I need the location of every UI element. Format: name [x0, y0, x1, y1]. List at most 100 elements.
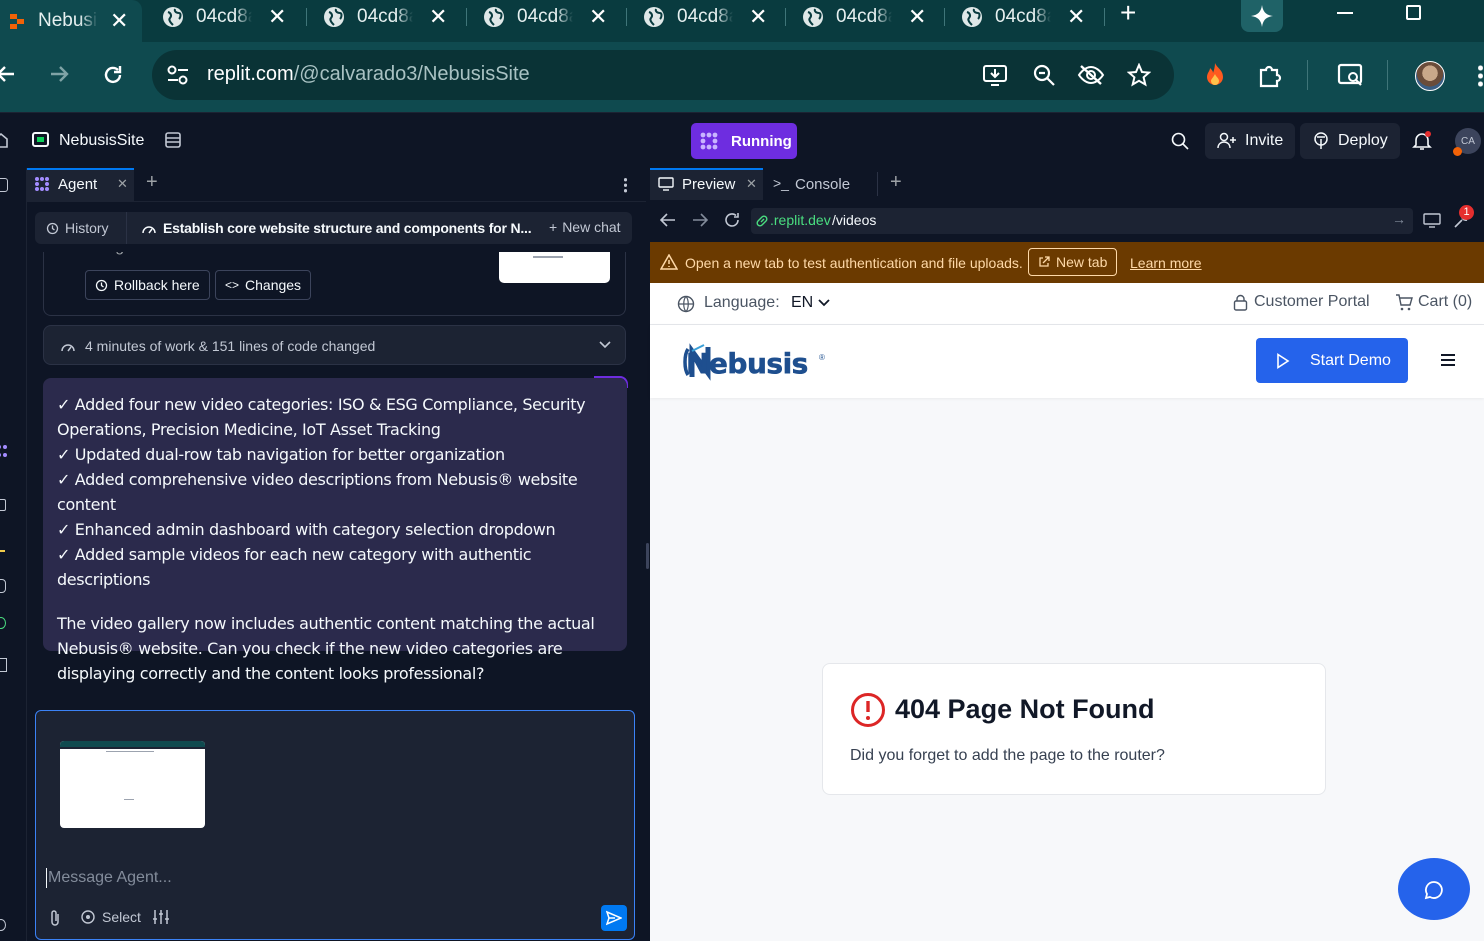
minimize-icon[interactable]	[1337, 12, 1353, 14]
forward-arrow-icon[interactable]	[49, 64, 69, 84]
settings-sliders-icon[interactable]	[152, 909, 170, 925]
close-icon[interactable]: ✕	[117, 176, 128, 192]
tab-console-label[interactable]: Console	[795, 176, 850, 193]
new-chat-button[interactable]: + New chat	[549, 219, 621, 235]
agent-rail-icon[interactable]	[0, 444, 8, 458]
preview-url-path: /videos	[832, 212, 877, 228]
deploy-icon	[1314, 132, 1328, 149]
nebusis-logo[interactable]: Nebusis ®	[682, 341, 827, 383]
link-icon	[756, 215, 768, 227]
language-select[interactable]: EN	[791, 294, 830, 312]
extension-flame-icon[interactable]	[1205, 62, 1225, 86]
preview-url-input[interactable]: .replit.dev /videos →	[751, 208, 1413, 234]
bell-icon[interactable]	[1412, 131, 1432, 151]
close-icon[interactable]: ✕	[429, 4, 447, 30]
send-button[interactable]	[601, 905, 627, 931]
close-icon[interactable]: ✕	[746, 176, 757, 192]
grid-rail-icon[interactable]	[0, 658, 7, 672]
browser-tab[interactable]: 04cd8a ✕	[961, 0, 1085, 34]
hamburger-menu-icon[interactable]	[1441, 354, 1455, 366]
back-arrow-icon[interactable]	[0, 64, 16, 84]
database-icon[interactable]	[164, 131, 182, 149]
close-icon[interactable]: ✕	[110, 8, 128, 34]
add-tab-plus-icon[interactable]: +	[146, 171, 158, 194]
extensions-puzzle-icon[interactable]	[1257, 62, 1283, 88]
message-paragraph: The video gallery now includes authentic…	[57, 614, 595, 683]
browser-tab-active[interactable]: Nebusis ✕	[0, 0, 142, 42]
forward-arrow-icon[interactable]	[692, 213, 708, 227]
install-app-icon[interactable]	[982, 63, 1008, 87]
paperclip-icon[interactable]	[48, 909, 62, 927]
replit-header: NebusisSite Running Invite Deploy CA	[0, 112, 1484, 168]
open-external-arrow-icon[interactable]: →	[1392, 211, 1406, 227]
agent-tab-strip: Agent ✕ +	[27, 168, 646, 202]
site-settings-icon[interactable]	[166, 64, 190, 86]
learn-more-link[interactable]: Learn more	[1130, 255, 1202, 271]
preview-panel: Preview ✕ >_ Console + .replit.dev /vide…	[650, 168, 1484, 941]
browser-menu-icon[interactable]	[1478, 64, 1483, 88]
console-rail-icon[interactable]	[0, 550, 5, 552]
deploy-button[interactable]: Deploy	[1300, 123, 1400, 159]
select-element-button[interactable]: Select	[80, 909, 141, 925]
close-icon[interactable]: ✕	[1067, 4, 1085, 30]
attached-screenshot[interactable]	[60, 741, 205, 828]
gauge-icon	[142, 226, 156, 234]
browser-tab[interactable]: 04cd8a ✕	[802, 0, 926, 34]
customer-portal-link[interactable]: Customer Portal	[1233, 293, 1370, 311]
cart-link[interactable]: Cart (0)	[1395, 293, 1472, 311]
search-icon[interactable]	[1171, 132, 1189, 150]
checkpoint-thumbnail[interactable]	[499, 252, 610, 283]
zoom-icon[interactable]	[1032, 63, 1056, 87]
devtools-wrench-icon[interactable]: 1	[1453, 205, 1474, 229]
back-arrow-icon[interactable]	[660, 213, 676, 227]
profile-avatar[interactable]	[1415, 61, 1445, 91]
eye-off-icon[interactable]	[1077, 64, 1105, 86]
preview-rail-icon[interactable]	[0, 499, 6, 511]
notification-badge: 1	[1459, 205, 1474, 220]
panel-toggle-icon[interactable]	[0, 178, 8, 192]
web-rail-icon[interactable]	[0, 617, 6, 629]
browser-tab[interactable]: 04cd8a ✕	[323, 0, 447, 34]
database-rail-icon[interactable]	[0, 579, 6, 593]
reload-icon[interactable]	[102, 64, 124, 86]
close-icon[interactable]: ✕	[589, 4, 607, 30]
start-demo-button[interactable]: Start Demo	[1256, 338, 1408, 383]
new-tab-plus-icon[interactable]: +	[1120, 0, 1136, 27]
gemini-sparkle-icon[interactable]	[1241, 0, 1283, 32]
browser-tab[interactable]: 04cd8a ✕	[162, 0, 286, 34]
new-tab-button[interactable]: New tab	[1028, 248, 1118, 276]
chat-widget-button[interactable]	[1398, 858, 1470, 920]
add-tab-plus-icon[interactable]: +	[890, 171, 902, 194]
user-avatar[interactable]: CA	[1453, 128, 1481, 156]
more-options-icon[interactable]	[624, 177, 627, 193]
close-icon[interactable]: ✕	[749, 4, 767, 30]
help-rail-icon[interactable]	[0, 919, 6, 931]
history-button[interactable]: History	[35, 212, 127, 244]
bookmark-star-icon[interactable]	[1127, 63, 1151, 87]
invite-button[interactable]: Invite	[1205, 123, 1296, 159]
changes-button[interactable]: <> Changes	[215, 270, 312, 300]
address-bar[interactable]: replit.com/@calvarado3/NebusisSite	[152, 50, 1174, 100]
url-text: replit.com/@calvarado3/NebusisSite	[207, 63, 530, 86]
browser-tab[interactable]: 04cd8a ✕	[643, 0, 767, 34]
rollback-button[interactable]: Rollback here	[85, 270, 210, 300]
chevron-down-icon[interactable]	[599, 340, 611, 350]
project-name[interactable]: NebusisSite	[59, 132, 144, 150]
preview-tab-strip: Preview ✕ >_ Console +	[650, 168, 1484, 200]
reload-icon[interactable]	[723, 211, 741, 229]
globe-icon	[323, 6, 345, 28]
tab-search-icon[interactable]	[1337, 62, 1365, 88]
close-icon[interactable]: ✕	[268, 4, 286, 30]
home-icon[interactable]	[0, 132, 8, 148]
browser-tab[interactable]: 04cd8a ✕	[483, 0, 607, 34]
run-status-button[interactable]: Running	[691, 123, 797, 159]
work-summary-row[interactable]: 4 minutes of work & 151 lines of code ch…	[43, 325, 626, 365]
thread-title[interactable]: Establish core website structure and com…	[163, 220, 532, 236]
close-icon[interactable]: ✕	[908, 4, 926, 30]
maximize-icon[interactable]	[1406, 5, 1421, 20]
warning-triangle-icon	[660, 254, 678, 270]
message-input[interactable]: Message Agent...	[46, 866, 621, 890]
warning-text: Open a new tab to test authentication an…	[685, 255, 1023, 271]
device-toggle-icon[interactable]	[1423, 213, 1441, 229]
preview-url-bar: .replit.dev /videos → 1	[650, 200, 1484, 242]
